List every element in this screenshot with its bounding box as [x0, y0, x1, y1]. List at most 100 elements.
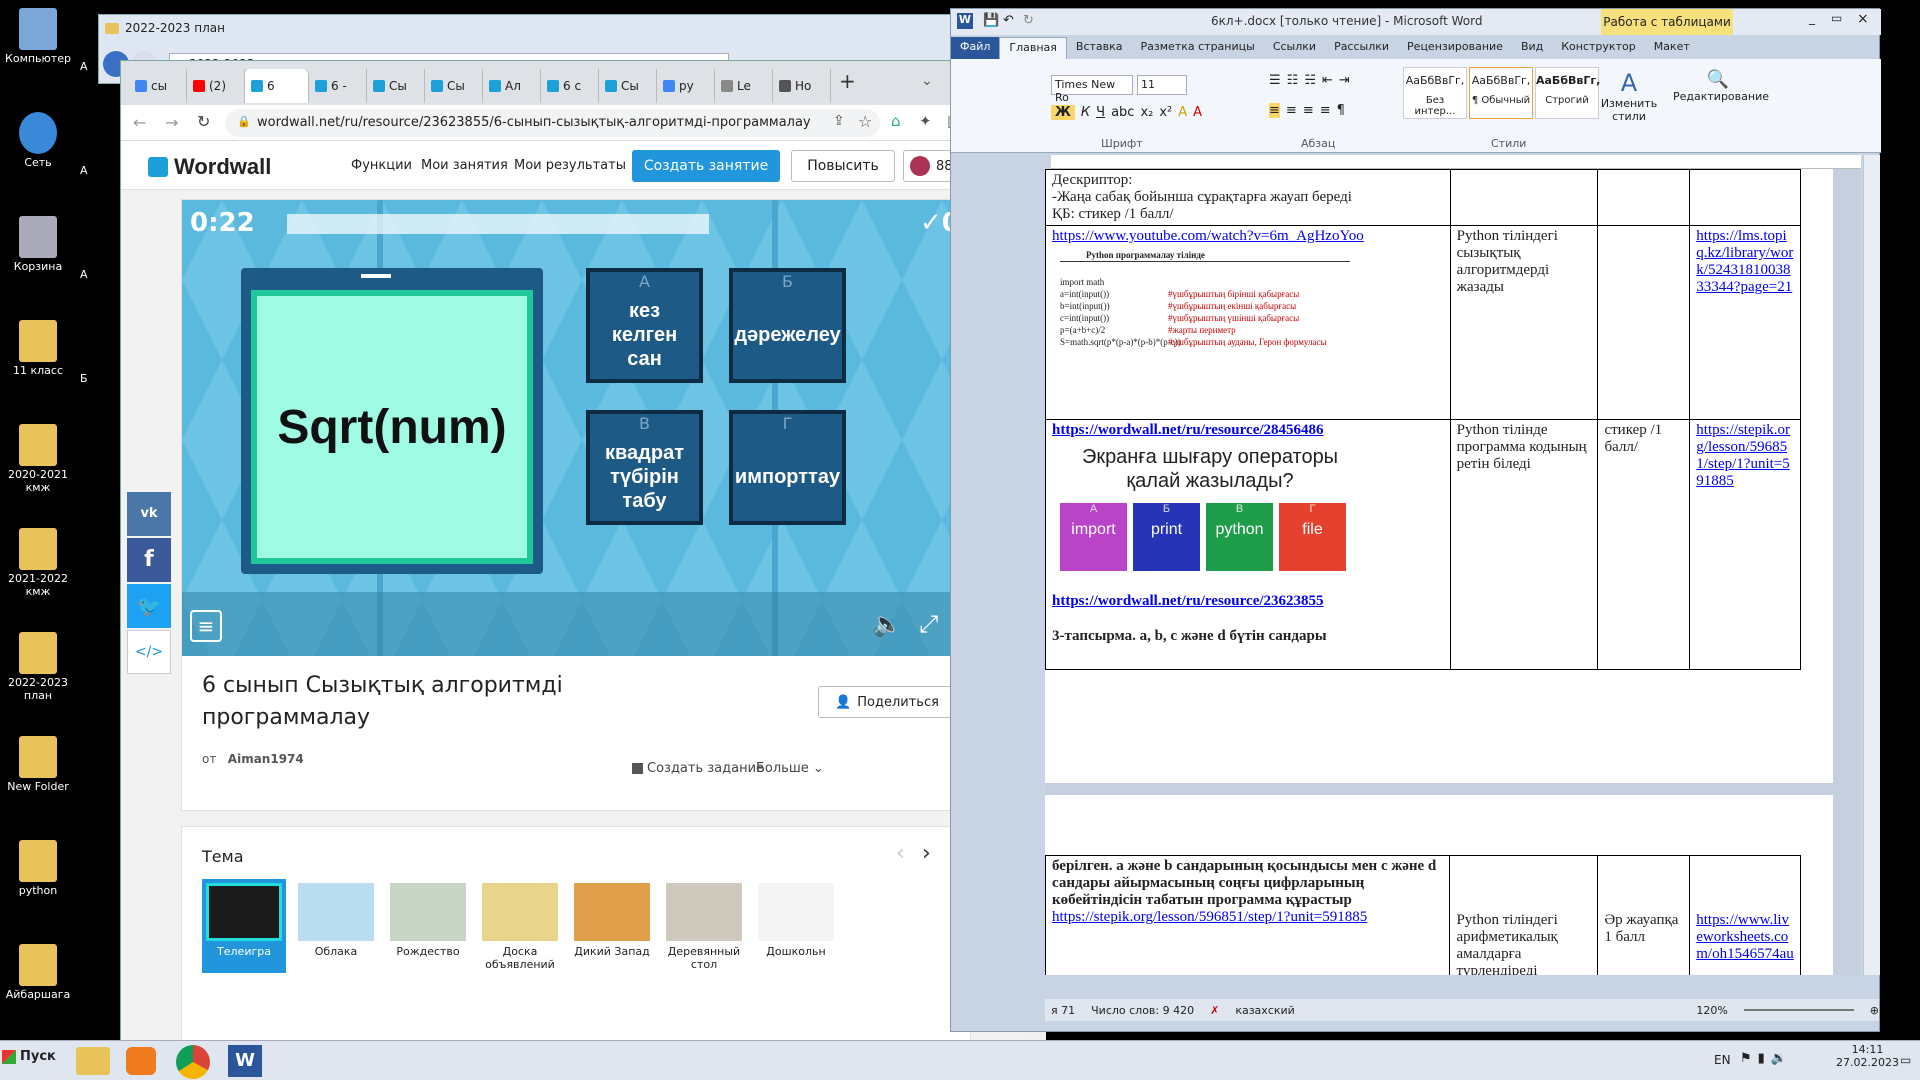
browser-tab[interactable]: Но: [773, 69, 831, 103]
browser-tab[interactable]: Сы: [367, 69, 425, 103]
liveworksheets-link[interactable]: https://www.liveworksheets.com/oh1546574…: [1689, 855, 1801, 975]
taskbar-media-player-icon[interactable]: [126, 1047, 156, 1075]
flag-icon[interactable]: ⚑: [1740, 1051, 1758, 1066]
nav-features[interactable]: Функции: [351, 158, 412, 173]
show-desktop-icon[interactable]: ▭: [1900, 1053, 1911, 1067]
more-dropdown[interactable]: Больше ⌄: [756, 761, 824, 776]
nav-my-results[interactable]: Мои результаты: [514, 158, 626, 173]
bullets-icon[interactable]: ☰: [1269, 73, 1281, 88]
save-icon[interactable]: 💾: [983, 13, 999, 28]
desktop-icon[interactable]: Сеть: [0, 110, 76, 169]
new-tab-icon[interactable]: +: [839, 69, 856, 93]
underline-button[interactable]: Ч: [1096, 105, 1105, 120]
fullscreen-icon[interactable]: ⤢: [919, 610, 938, 638]
style-option[interactable]: АаБбВвГг, Без интер...: [1403, 67, 1467, 119]
tab-search-icon[interactable]: ⌄: [921, 73, 933, 89]
desktop-icon[interactable]: Корзина: [0, 214, 76, 273]
answer-option[interactable]: Гимпорттау: [729, 410, 846, 525]
network-icon[interactable]: ▮: [1758, 1051, 1771, 1066]
taskbar-explorer-icon[interactable]: [76, 1047, 110, 1075]
ribbon-tab[interactable]: Макет: [1645, 37, 1699, 59]
browser-tab[interactable]: сы: [129, 69, 187, 103]
increase-indent-icon[interactable]: ⇥: [1339, 73, 1350, 88]
theme-option[interactable]: Дошкольн: [754, 879, 838, 973]
lms-link[interactable]: https://lms.topiq.kz/library/work/524318…: [1689, 225, 1801, 420]
browser-tab[interactable]: Сы: [599, 69, 657, 103]
answer-option[interactable]: Бдәрежелеу: [729, 268, 846, 383]
ribbon-tab[interactable]: Вид: [1512, 37, 1552, 59]
decrease-indent-icon[interactable]: ⇤: [1322, 73, 1333, 88]
redo-icon[interactable]: ↻: [1023, 13, 1034, 28]
author-link[interactable]: Aiman1974: [228, 752, 304, 766]
theme-option[interactable]: Телеигра: [202, 879, 286, 973]
zoom-slider[interactable]: [1743, 1009, 1854, 1011]
pilcrow-icon[interactable]: ¶: [1337, 103, 1345, 118]
bold-button[interactable]: Ж: [1051, 105, 1075, 120]
theme-option[interactable]: Дикий Запад: [570, 879, 654, 973]
facebook-icon[interactable]: f: [127, 538, 171, 582]
answer-option[interactable]: Вквадрат түбірін табу: [586, 410, 703, 525]
youtube-link[interactable]: https://www.youtube.com/watch?v=6m_AgHzo…: [1052, 228, 1444, 245]
strikethrough-button[interactable]: abc: [1111, 105, 1134, 120]
zoom-in-icon[interactable]: ⊕: [1870, 1004, 1879, 1017]
desktop-icon[interactable]: New Folder: [0, 734, 76, 793]
create-activity-button[interactable]: Создать занятие: [632, 150, 780, 182]
ribbon-tab[interactable]: Рецензирование: [1398, 37, 1512, 59]
ribbon-tab[interactable]: Вставка: [1067, 37, 1132, 59]
browser-tab[interactable]: 6 -: [309, 69, 367, 103]
close-icon[interactable]: ×: [1857, 11, 1869, 27]
superscript-button[interactable]: x²: [1159, 105, 1172, 120]
wordwall-link-2[interactable]: https://wordwall.net/ru/resource/2362385…: [1052, 593, 1444, 610]
embed-icon[interactable]: </>: [127, 630, 171, 674]
prev-arrow-icon[interactable]: ‹: [896, 841, 905, 866]
desktop-icon[interactable]: 11 класс: [0, 318, 76, 377]
align-left-icon[interactable]: ≡: [1269, 103, 1280, 118]
style-option[interactable]: АаБбВвГг, Строгий: [1535, 67, 1600, 119]
stepik-link[interactable]: https://stepik.org/lesson/596851/step/1?…: [1689, 419, 1801, 670]
share-icon[interactable]: ⇪: [833, 113, 845, 129]
taskbar-word-icon[interactable]: W: [228, 1045, 262, 1077]
upgrade-button[interactable]: Повысить: [791, 150, 895, 182]
game-area[interactable]: 0:22 ✓0 Sqrt(num) Акез келген санБдәреже…: [182, 200, 972, 656]
theme-option[interactable]: Рождество: [386, 879, 470, 973]
vk-icon[interactable]: vk: [127, 492, 171, 536]
address-bar[interactable]: 🔒 wordwall.net/ru/resource/23623855/6-сы…: [225, 109, 880, 137]
browser-tab[interactable]: 6: [245, 69, 309, 103]
desktop-icon[interactable]: Компьютер: [0, 6, 76, 65]
twitter-icon[interactable]: 🐦: [127, 584, 171, 628]
desktop-icon[interactable]: 2021-2022 кмж: [0, 526, 76, 598]
stepik-link-2[interactable]: https://stepik.org/lesson/596851/step/1?…: [1052, 909, 1443, 926]
answer-option[interactable]: Акез келген сан: [586, 268, 703, 383]
back-icon[interactable]: ←: [133, 113, 146, 132]
font-size-box[interactable]: 11: [1137, 75, 1187, 95]
subscript-button[interactable]: x₂: [1140, 105, 1153, 120]
speaker-icon[interactable]: 🔈: [872, 610, 902, 638]
wordwall-link-1[interactable]: https://wordwall.net/ru/resource/2845648…: [1052, 422, 1444, 439]
undo-icon[interactable]: ↶: [1003, 13, 1014, 28]
ribbon-tab[interactable]: Файл: [951, 37, 1000, 59]
spellcheck-icon[interactable]: ✗: [1210, 1004, 1219, 1017]
theme-option[interactable]: Облака: [294, 879, 378, 973]
ribbon-tab[interactable]: Разметка страницы: [1132, 37, 1264, 59]
menu-icon[interactable]: ≡: [190, 610, 222, 642]
multilevel-list-icon[interactable]: ☵: [1304, 73, 1316, 88]
puzzle-icon[interactable]: ✦: [919, 112, 932, 130]
browser-tab[interactable]: ру: [657, 69, 715, 103]
bookmark-star-icon[interactable]: ☆: [858, 112, 872, 131]
ribbon-tab[interactable]: Конструктор: [1552, 37, 1644, 59]
next-arrow-icon[interactable]: ›: [922, 841, 931, 866]
align-right-icon[interactable]: ≡: [1303, 103, 1314, 118]
theme-option[interactable]: Деревянный стол: [662, 879, 746, 973]
taskbar-chrome-icon[interactable]: [176, 1045, 210, 1079]
numbering-icon[interactable]: ☷: [1287, 73, 1299, 88]
browser-tab[interactable]: 6 с: [541, 69, 599, 103]
align-center-icon[interactable]: ≡: [1286, 103, 1297, 118]
desktop-icon[interactable]: python: [0, 838, 76, 897]
ribbon-tab[interactable]: Главная: [999, 37, 1067, 59]
browser-tab[interactable]: Ал: [483, 69, 541, 103]
wordwall-logo[interactable]: Wordwall: [148, 154, 271, 180]
text-highlight-icon[interactable]: A: [1178, 105, 1187, 120]
extension-icon[interactable]: ⌂: [891, 112, 901, 130]
change-styles-button[interactable]: A Изменить стили: [1599, 69, 1659, 123]
minimize-icon[interactable]: _: [1809, 11, 1815, 25]
